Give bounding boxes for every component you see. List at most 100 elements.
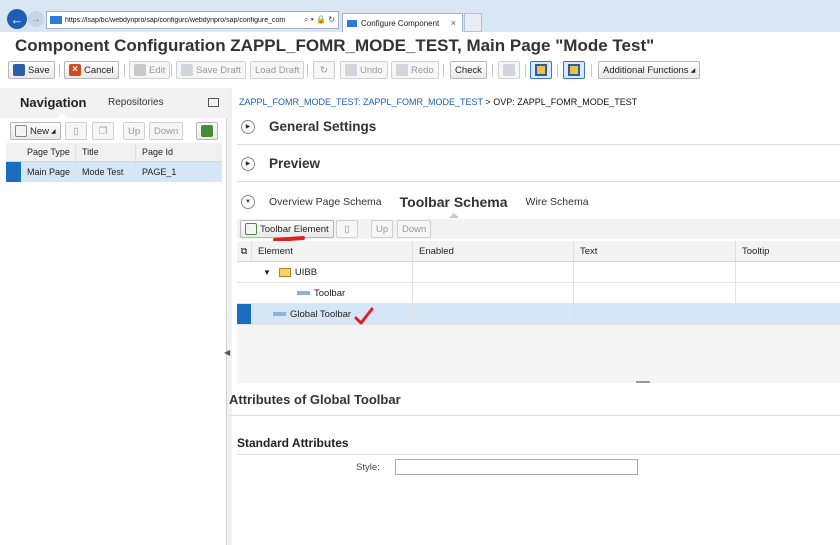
row-selector[interactable]	[237, 262, 251, 282]
main-toolbar: Save × Cancel Edit Save Draft Load Draft…	[0, 60, 840, 82]
grid-settings-icon[interactable]: ⧉	[237, 241, 251, 261]
table-row[interactable]: ▼ UIBB	[237, 262, 840, 283]
tab-close-icon[interactable]: ×	[451, 18, 456, 28]
cell-text	[573, 262, 735, 282]
toolbar-separator	[492, 64, 493, 77]
expand-icon[interactable]: ▶	[241, 156, 255, 171]
schema-toolbar: Toolbar Element ▯ Up Down	[237, 219, 840, 239]
splitter-arrow-icon[interactable]: ◀	[224, 348, 230, 357]
cell-tooltip	[735, 304, 840, 324]
toolbar-separator	[591, 64, 592, 77]
tab-repositories[interactable]: Repositories	[108, 97, 164, 108]
new-tab-button[interactable]	[464, 13, 482, 32]
divider	[237, 454, 840, 455]
toolbar-separator	[124, 64, 125, 77]
add-element-icon	[245, 223, 257, 235]
cell-tooltip	[735, 262, 840, 282]
up-button[interactable]: Up	[123, 122, 146, 140]
collapse-panel-icon[interactable]	[208, 98, 219, 107]
address-bar[interactable]: https://lsap/bc/webdynpro/sap/configurc/…	[46, 11, 339, 29]
tab-favicon-icon	[347, 19, 357, 27]
save-icon	[13, 64, 25, 76]
preview-panel[interactable]: ▶ Preview	[237, 146, 840, 182]
general-settings-panel[interactable]: ▶ General Settings	[237, 109, 840, 145]
column-header-enabled[interactable]: Enabled	[412, 241, 573, 261]
cancel-button[interactable]: × Cancel	[64, 61, 119, 79]
breadcrumb-link[interactable]: ZAPPL_FOMR_MODE_TEST: ZAPPL_FOMR_MODE_TE…	[239, 97, 483, 107]
panel-splitter[interactable]	[227, 88, 232, 545]
toolbar-schema-grid: ⧉ Element Enabled Text Tooltip ▼ UIBB To…	[237, 241, 840, 325]
tab-navigation[interactable]: Navigation	[20, 95, 86, 110]
tab-toolbar-schema[interactable]: Toolbar Schema	[400, 194, 508, 210]
personalize-button[interactable]	[196, 122, 218, 140]
layout-list-button[interactable]	[498, 61, 520, 79]
save-button-label: Save	[28, 64, 50, 76]
forward-arrow-icon[interactable]: →	[28, 11, 44, 27]
column-header-title[interactable]: Title	[75, 143, 135, 161]
row-selector-header[interactable]	[6, 143, 21, 161]
save-draft-label: Save Draft	[196, 64, 241, 76]
cell-enabled	[412, 304, 573, 324]
rows-layout-icon	[568, 64, 580, 76]
toolbar-separator	[557, 64, 558, 77]
delete-button[interactable]: ▯	[65, 122, 87, 140]
expand-icon[interactable]: ▶	[241, 119, 255, 134]
trash-icon: ▯	[73, 125, 79, 137]
style-label: Style:	[356, 462, 380, 473]
table-row-selected[interactable]: Global Toolbar	[237, 304, 840, 325]
additional-functions-button[interactable]: Additional Functions ◢	[598, 61, 701, 79]
expand-tree-icon[interactable]: ▼	[263, 268, 271, 277]
columns-layout-icon	[535, 64, 547, 76]
edit-button[interactable]: Edit	[129, 61, 171, 79]
undo-button[interactable]: Undo	[340, 61, 388, 79]
back-arrow-icon[interactable]: ←	[7, 9, 27, 29]
attributes-title: Attributes of Global Toolbar	[229, 392, 401, 407]
move-up-label: Up	[376, 223, 389, 235]
browser-tab[interactable]: Configure Component ×	[342, 13, 463, 32]
pages-table-header: Page Type Title Page Id	[6, 143, 222, 162]
copy-button[interactable]: ❐	[92, 122, 114, 140]
down-button[interactable]: Down	[149, 122, 184, 140]
element-name: UIBB	[294, 266, 318, 278]
column-header-element[interactable]: Element	[251, 241, 412, 261]
check-button[interactable]: Check	[450, 61, 487, 79]
pencil-icon	[134, 64, 146, 76]
column-header-tooltip[interactable]: Tooltip	[735, 241, 840, 261]
column-header-text[interactable]: Text	[573, 241, 735, 261]
toolbar-separator	[171, 64, 172, 77]
element-name: Global Toolbar	[290, 308, 352, 320]
new-document-icon	[15, 125, 27, 137]
new-button[interactable]: New ◢	[10, 122, 61, 140]
tab-overview-page-schema[interactable]: Overview Page Schema	[269, 196, 382, 208]
save-button[interactable]: Save	[8, 61, 55, 79]
address-tools-icons[interactable]: ⌕ ▾ 🔒 ↻	[304, 15, 338, 25]
redo-button[interactable]: Redo	[391, 61, 439, 79]
grid-resize-handle[interactable]	[636, 381, 650, 385]
column-header-page-type[interactable]: Page Type	[21, 143, 75, 161]
row-selector[interactable]	[237, 304, 251, 324]
add-toolbar-element-button[interactable]: Toolbar Element	[240, 220, 334, 238]
cell-page-type: Main Page	[27, 167, 71, 177]
save-draft-button[interactable]: Save Draft	[176, 61, 246, 79]
move-up-button[interactable]: Up	[371, 220, 394, 238]
collapse-icon[interactable]: ▼	[241, 195, 255, 209]
active-schema-indicator	[449, 213, 459, 218]
delete-element-button[interactable]: ▯	[336, 220, 358, 238]
row-selector[interactable]	[6, 162, 21, 182]
toolbar-icon	[273, 312, 286, 316]
breadcrumb-separator: >	[485, 97, 491, 107]
refresh-button[interactable]: ↻	[313, 61, 335, 79]
new-button-label: New	[30, 125, 50, 137]
row-selector[interactable]	[237, 283, 251, 303]
table-row[interactable]: Main Page Mode Test PAGE_1	[6, 162, 222, 182]
load-draft-button[interactable]: Load Draft	[250, 61, 305, 79]
column-header-page-id[interactable]: Page Id	[135, 143, 222, 161]
tab-wire-schema[interactable]: Wire Schema	[526, 196, 589, 208]
layout-columns-button[interactable]	[530, 61, 552, 79]
layout-rows-button[interactable]	[563, 61, 585, 79]
dropdown-arrow-icon: ◢	[51, 128, 56, 135]
move-down-button[interactable]: Down	[397, 220, 432, 238]
style-input[interactable]	[395, 459, 638, 475]
additional-functions-label: Additional Functions	[603, 64, 689, 76]
table-row[interactable]: Toolbar	[237, 283, 840, 304]
